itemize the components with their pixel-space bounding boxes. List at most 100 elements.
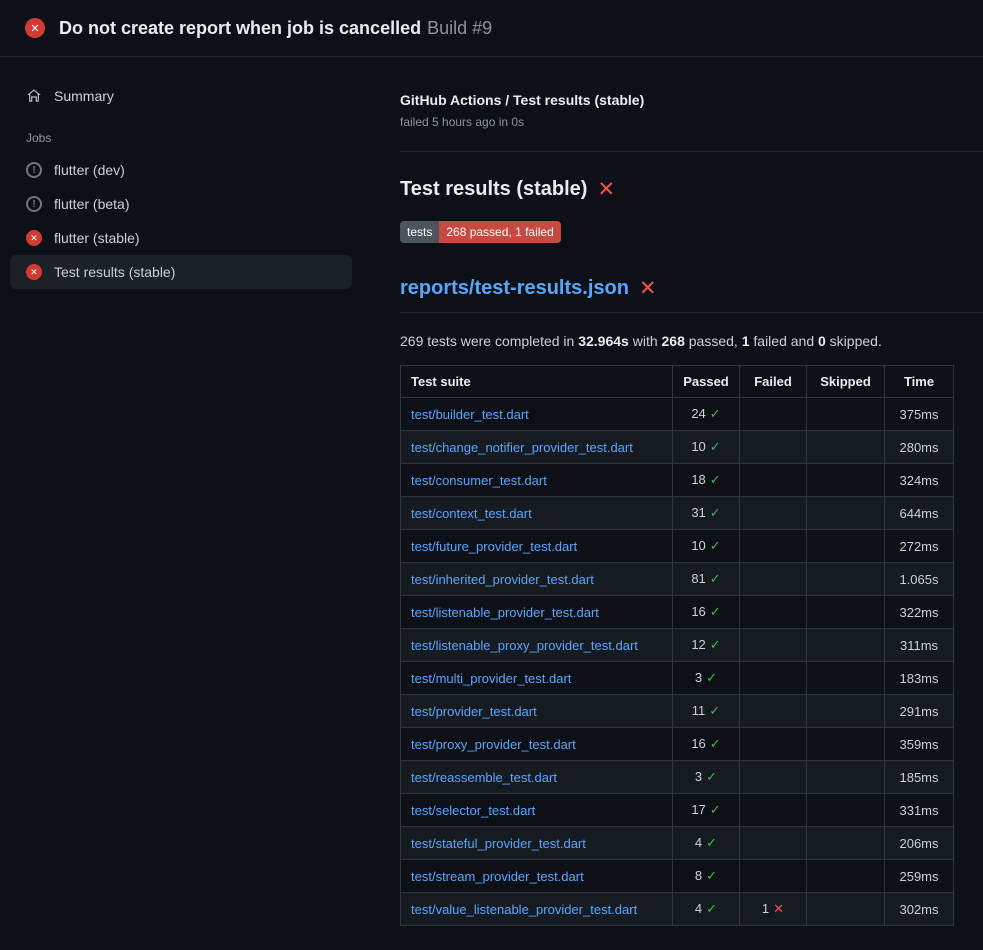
skipped-cell: [807, 827, 885, 860]
failed-cell: [740, 761, 807, 794]
suite-cell: test/reassemble_test.dart: [401, 761, 673, 794]
time-cell: 280ms: [885, 431, 954, 464]
x-icon: ✕: [773, 901, 784, 916]
skipped-cell: [807, 596, 885, 629]
table-row: test/listenable_proxy_provider_test.dart…: [401, 629, 954, 662]
run-status-text: failed 5 hours ago in 0s: [400, 115, 954, 129]
skipped-cell: [807, 695, 885, 728]
job-label: flutter (beta): [54, 196, 129, 212]
sidebar-job-item[interactable]: Test results (stable): [10, 255, 352, 289]
skipped-cell: [807, 728, 885, 761]
time-cell: 291ms: [885, 695, 954, 728]
column-header: Test suite: [401, 366, 673, 398]
suite-link[interactable]: test/context_test.dart: [411, 506, 532, 521]
suite-link[interactable]: test/provider_test.dart: [411, 704, 537, 719]
passed-cell: 10✓: [673, 530, 740, 563]
check-icon: ✓: [710, 571, 721, 586]
suite-link[interactable]: test/inherited_provider_test.dart: [411, 572, 594, 587]
summary-skipped: 0: [818, 333, 826, 349]
sidebar-item-summary[interactable]: Summary: [10, 79, 352, 113]
table-row: test/stream_provider_test.dart8✓259ms: [401, 860, 954, 893]
failed-cell: [740, 662, 807, 695]
suite-link[interactable]: test/value_listenable_provider_test.dart: [411, 902, 637, 917]
skipped-cell: [807, 794, 885, 827]
passed-cell: 3✓: [673, 662, 740, 695]
suite-cell: test/value_listenable_provider_test.dart: [401, 893, 673, 926]
passed-cell: 4✓: [673, 893, 740, 926]
sidebar-summary-label: Summary: [54, 88, 114, 104]
x-circle-icon: [26, 264, 42, 280]
failed-cell: [740, 629, 807, 662]
suite-cell: test/stateful_provider_test.dart: [401, 827, 673, 860]
sidebar-job-item[interactable]: flutter (dev): [10, 153, 352, 187]
skipped-cell: [807, 893, 885, 926]
failed-x-icon: ✕: [639, 278, 657, 299]
suite-cell: test/future_provider_test.dart: [401, 530, 673, 563]
failed-cell: [740, 497, 807, 530]
passed-cell: 10✓: [673, 431, 740, 464]
failed-cell: [740, 695, 807, 728]
home-icon: [26, 88, 42, 104]
check-icon: ✓: [706, 670, 717, 685]
passed-cell: 17✓: [673, 794, 740, 827]
suite-link[interactable]: test/selector_test.dart: [411, 803, 535, 818]
check-icon: ✓: [710, 439, 721, 454]
suite-link[interactable]: test/consumer_test.dart: [411, 473, 547, 488]
suite-link[interactable]: test/change_notifier_provider_test.dart: [411, 440, 633, 455]
table-row: test/listenable_provider_test.dart16✓322…: [401, 596, 954, 629]
suite-cell: test/context_test.dart: [401, 497, 673, 530]
job-label: Test results (stable): [54, 264, 175, 280]
suite-link[interactable]: test/multi_provider_test.dart: [411, 671, 571, 686]
table-row: test/builder_test.dart24✓375ms: [401, 398, 954, 431]
suite-cell: test/consumer_test.dart: [401, 464, 673, 497]
suite-link[interactable]: test/proxy_provider_test.dart: [411, 737, 576, 752]
check-icon: ✓: [710, 736, 721, 751]
badge-value: 268 passed, 1 failed: [439, 221, 560, 243]
passed-cell: 4✓: [673, 827, 740, 860]
failed-cell: [740, 464, 807, 497]
failed-x-icon: ✕: [597, 179, 615, 200]
failed-cell: [740, 596, 807, 629]
passed-cell: 11✓: [673, 695, 740, 728]
table-row: test/stateful_provider_test.dart 4✓ 206ms: [401, 827, 954, 860]
sidebar-job-item[interactable]: flutter (beta): [10, 187, 352, 221]
skipped-cell: [807, 761, 885, 794]
failed-cell: [740, 794, 807, 827]
time-cell: 259ms: [885, 860, 954, 893]
table-row: test/value_listenable_provider_test.dart…: [401, 893, 954, 926]
suite-cell: test/change_notifier_provider_test.dart: [401, 431, 673, 464]
skipped-cell: [807, 662, 885, 695]
passed-cell: 3✓: [673, 761, 740, 794]
time-cell: 185ms: [885, 761, 954, 794]
suite-link[interactable]: test/listenable_provider_test.dart: [411, 605, 599, 620]
check-icon: ✓: [706, 901, 717, 916]
time-cell: 359ms: [885, 728, 954, 761]
suite-link[interactable]: test/builder_test.dart: [411, 407, 529, 422]
build-header: Do not create report when job is cancell…: [0, 0, 983, 57]
suite-link[interactable]: test/listenable_proxy_provider_test.dart: [411, 638, 638, 653]
skipped-cell: [807, 464, 885, 497]
page-title: Do not create report when job is cancell…: [59, 18, 492, 39]
check-icon: ✓: [710, 802, 721, 817]
time-cell: 206ms: [885, 827, 954, 860]
skipped-cell: [807, 398, 885, 431]
suite-link[interactable]: test/stateful_provider_test.dart: [411, 836, 586, 851]
sidebar: Summary Jobs flutter (dev)flutter (beta)…: [0, 57, 380, 289]
job-label: flutter (dev): [54, 162, 125, 178]
passed-cell: 12✓: [673, 629, 740, 662]
table-row: test/selector_test.dart17✓331ms: [401, 794, 954, 827]
suite-link[interactable]: test/reassemble_test.dart: [411, 770, 557, 785]
table-header-row: Test suitePassedFailedSkippedTime: [401, 366, 954, 398]
table-row: test/proxy_provider_test.dart16✓359ms: [401, 728, 954, 761]
passed-cell: 31✓: [673, 497, 740, 530]
skipped-cell: [807, 431, 885, 464]
sidebar-job-item[interactable]: flutter (stable): [10, 221, 352, 255]
passed-cell: 24✓: [673, 398, 740, 431]
main-content: GitHub Actions / Test results (stable) f…: [380, 57, 983, 926]
report-file-link[interactable]: reports/test-results.json: [400, 277, 629, 300]
table-row: test/reassemble_test.dart 3✓ 185ms: [401, 761, 954, 794]
failed-cell: [740, 728, 807, 761]
summary-passed: 268: [662, 333, 685, 349]
suite-link[interactable]: test/stream_provider_test.dart: [411, 869, 584, 884]
suite-link[interactable]: test/future_provider_test.dart: [411, 539, 577, 554]
